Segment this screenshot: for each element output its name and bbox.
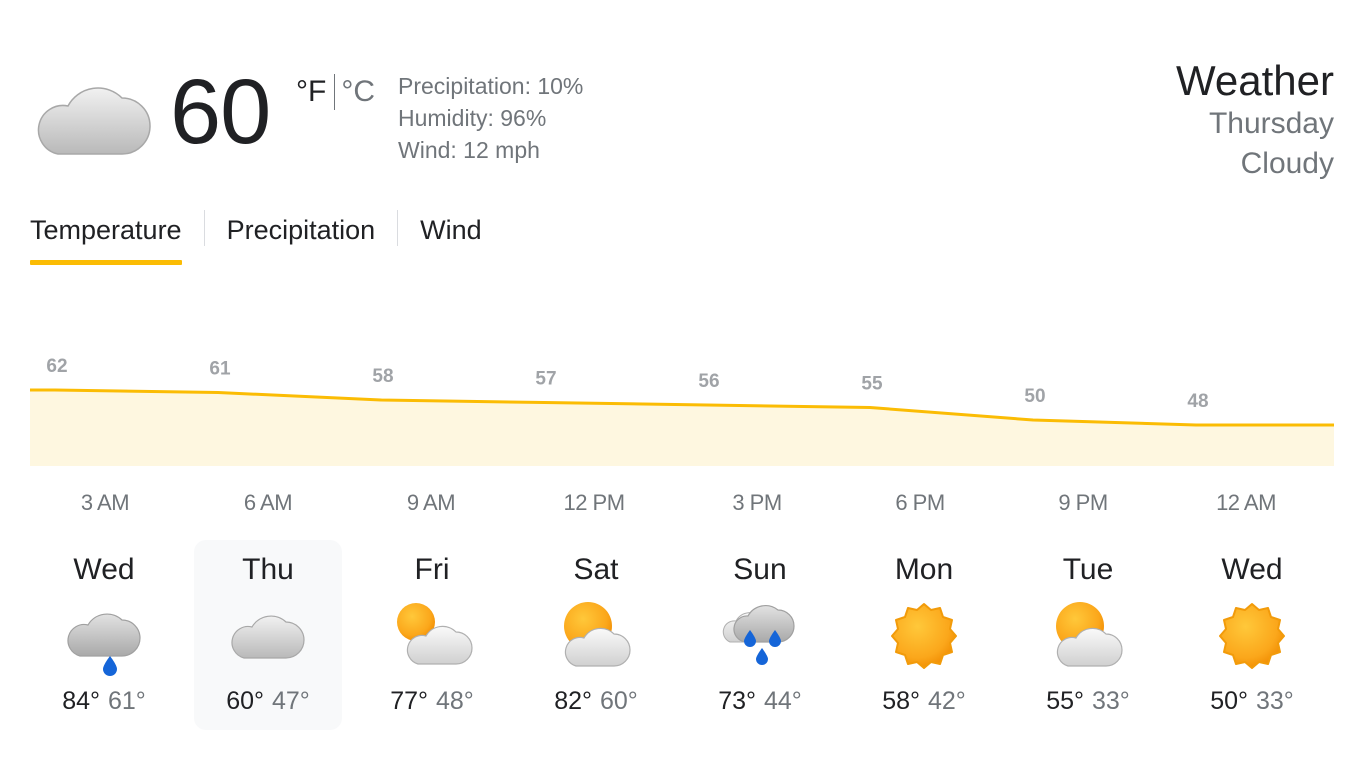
high-temp: 84° — [62, 687, 100, 715]
low-temp: 48° — [436, 687, 474, 715]
day-name: Tue — [1062, 553, 1114, 586]
forecast-day-wed-next[interactable]: Wed 50° 33° — [1178, 540, 1326, 730]
chart-tabs: Temperature Precipitation Wind — [30, 210, 482, 266]
hour-label: 3 AM — [80, 490, 130, 515]
current-temperature: 60 — [170, 61, 271, 163]
tab-divider — [203, 210, 205, 246]
hour-label: 6 PM — [895, 490, 945, 515]
tab-divider — [397, 210, 399, 246]
humidity-text: Humidity: 96% — [398, 105, 547, 131]
high-temp: 55° — [1046, 687, 1084, 715]
day-name: Sun — [733, 553, 787, 586]
cloudy-icon — [30, 72, 152, 158]
forecast-day-thu[interactable]: Thu 60° 47° — [194, 540, 342, 730]
day-temperatures: 55° 33° — [1014, 684, 1162, 718]
chart-data-label: 61 — [209, 359, 231, 380]
low-temp: 33° — [1256, 687, 1294, 715]
cloudy-icon — [226, 594, 310, 678]
high-temp: 60° — [226, 687, 264, 715]
wind-text: Wind: 12 mph — [398, 137, 540, 163]
chart-data-label: 62 — [46, 356, 67, 377]
chart-data-label: 57 — [535, 369, 556, 390]
forecast-day-wed[interactable]: Wed 84° 61° — [30, 540, 178, 730]
partly-cloudy-icon — [554, 594, 638, 678]
low-temp: 60° — [600, 687, 638, 715]
hour-label: 6 AM — [243, 490, 293, 515]
day-temperatures: 84° 61° — [30, 684, 178, 718]
forecast-day-tue[interactable]: Tue 55° 33° — [1014, 540, 1162, 730]
day-name: Sat — [573, 553, 619, 586]
chart-data-label: 56 — [698, 371, 719, 392]
day-temperatures: 50° 33° — [1178, 684, 1326, 718]
chart-data-label: 50 — [1024, 386, 1045, 407]
day-temperatures: 73° 44° — [686, 684, 834, 718]
daily-forecast: Wed 84° 61° Thu 60° 47° Fri 77° 48° Sat … — [30, 540, 1342, 730]
sunny-icon — [1210, 594, 1294, 678]
unit-divider — [334, 74, 336, 110]
day-name: Mon — [894, 553, 954, 586]
cloud-rain-icon — [62, 594, 146, 678]
tab-temperature[interactable]: Temperature — [30, 210, 182, 265]
day-name: Thu — [242, 553, 294, 586]
tab-precipitation[interactable]: Precipitation — [227, 210, 376, 250]
day-name: Fri — [414, 553, 450, 586]
high-temp: 50° — [1210, 687, 1248, 715]
forecast-day-sun[interactable]: Sun 73° 44° — [686, 540, 834, 730]
chart-data-label: 58 — [372, 366, 393, 387]
low-temp: 42° — [928, 687, 966, 715]
forecast-day-mon[interactable]: Mon 58° 42° — [850, 540, 998, 730]
forecast-day-fri[interactable]: Fri 77° 48° — [358, 540, 506, 730]
hour-label: 9 AM — [406, 490, 456, 515]
hour-label: 3 PM — [732, 490, 782, 515]
low-temp: 44° — [764, 687, 802, 715]
high-temp: 73° — [718, 687, 756, 715]
precipitation-text: Precipitation: 10% — [398, 73, 584, 99]
current-details: Precipitation: 10% Humidity: 96% Wind: 1… — [398, 70, 583, 166]
weather-title: Weather — [1176, 57, 1334, 104]
high-temp: 82° — [554, 687, 592, 715]
low-temp: 33° — [1092, 687, 1130, 715]
weather-header: Weather Thursday Cloudy — [1176, 58, 1334, 184]
high-temp: 58° — [882, 687, 920, 715]
hour-label: 9 PM — [1058, 490, 1108, 515]
temperature-chart[interactable]: 62 61 58 57 56 55 50 48 — [30, 330, 1334, 470]
hour-label: 12 AM — [1216, 490, 1276, 515]
weather-day: Thursday — [1208, 107, 1334, 140]
low-temp: 61° — [108, 687, 146, 715]
day-temperatures: 82° 60° — [522, 684, 670, 718]
heavy-rain-icon — [718, 594, 802, 678]
day-temperatures: 58° 42° — [850, 684, 998, 718]
high-temp: 77° — [390, 687, 428, 715]
forecast-day-sat[interactable]: Sat 82° 60° — [522, 540, 670, 730]
partly-cloudy-icon — [1046, 594, 1130, 678]
chart-data-label: 48 — [1187, 391, 1208, 412]
hour-label: 12 PM — [563, 490, 625, 515]
low-temp: 47° — [272, 687, 310, 715]
celsius-unit[interactable]: °C — [341, 74, 375, 110]
chart-data-label: 55 — [861, 374, 883, 395]
sunny-icon — [882, 594, 966, 678]
day-name: Wed — [73, 553, 135, 586]
day-name: Wed — [1221, 553, 1283, 586]
tab-wind[interactable]: Wind — [420, 210, 482, 250]
hour-axis: 3 AM 6 AM 9 AM 12 PM 3 PM 6 PM 9 PM 12 AM — [30, 488, 1334, 522]
unit-toggle: °F °C — [296, 74, 375, 110]
partly-cloudy-icon — [390, 594, 474, 678]
chart-area-fill — [30, 390, 1334, 466]
day-temperatures: 77° 48° — [358, 684, 506, 718]
fahrenheit-unit[interactable]: °F — [296, 74, 326, 110]
weather-condition: Cloudy — [1240, 147, 1334, 180]
day-temperatures: 60° 47° — [194, 684, 342, 718]
